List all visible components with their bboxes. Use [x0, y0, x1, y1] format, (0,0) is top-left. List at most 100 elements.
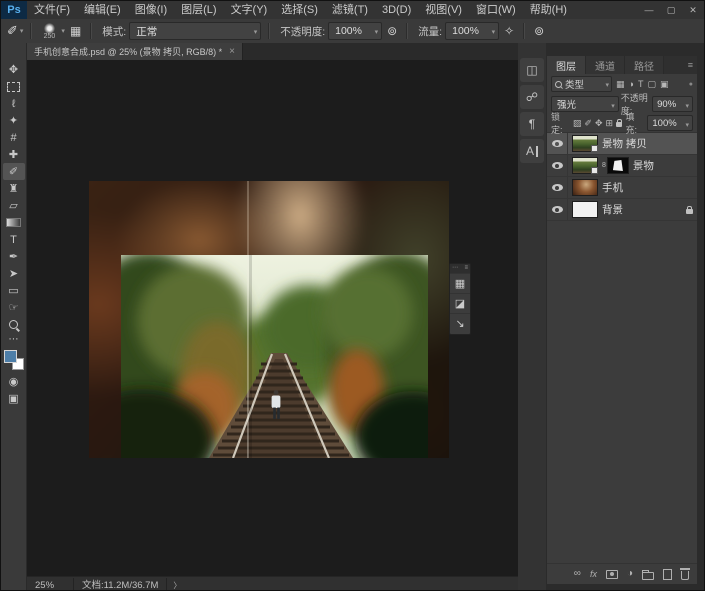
new-layer-icon[interactable] [663, 569, 672, 580]
crop-tool[interactable]: # [3, 129, 25, 146]
layer-style-icon[interactable]: fx [590, 569, 597, 579]
delete-layer-icon[interactable] [681, 571, 689, 580]
zoom-tool[interactable] [3, 316, 25, 333]
add-layer-mask-icon[interactable] [606, 570, 618, 579]
layer-row-scene[interactable]: 8 景物 [547, 155, 697, 177]
quick-selection-tool[interactable]: ✦ [3, 112, 25, 129]
floating-panel-header[interactable]: ⋯ ≡ [450, 264, 470, 273]
clone-stamp-tool[interactable]: ♜ [3, 180, 25, 197]
flow-select[interactable]: 100% ▾ [445, 22, 499, 40]
layer-thumbnail[interactable] [572, 157, 598, 174]
visibility-toggle[interactable] [547, 177, 568, 198]
toggle-brush-panel-icon[interactable]: ▦ [68, 24, 83, 38]
visibility-toggle[interactable] [547, 155, 568, 176]
zoom-level-field[interactable]: 25% [27, 578, 74, 591]
tab-layers[interactable]: 图层 [547, 56, 586, 74]
filter-toggle-icon[interactable]: ● [689, 81, 693, 88]
filter-pixel-icon[interactable]: ▦ [616, 79, 625, 90]
gradient-tool[interactable] [3, 214, 25, 231]
rectangle-shape-tool[interactable]: ▭ [3, 282, 25, 299]
move-tool[interactable]: ✥ [3, 61, 25, 78]
layer-name[interactable]: 景物 拷贝 [602, 136, 647, 151]
new-group-icon[interactable] [642, 572, 654, 580]
menu-image[interactable]: 图像(I) [128, 1, 174, 19]
tool-preset-picker[interactable]: ✐ ▾ [7, 23, 23, 39]
layer-thumbnail[interactable] [572, 179, 598, 196]
brush-tool[interactable]: ✐ [3, 163, 25, 180]
menu-type[interactable]: 文字(Y) [224, 1, 275, 19]
fill-select[interactable]: 100% ▾ [647, 115, 693, 131]
close-button[interactable]: ✕ [682, 1, 704, 19]
brush-preset-picker[interactable]: 250 ▾ [39, 23, 65, 40]
visibility-toggle[interactable] [547, 133, 568, 154]
lock-pixels-icon[interactable]: ✐ [584, 118, 592, 129]
menu-window[interactable]: 窗口(W) [469, 1, 523, 19]
opacity-select[interactable]: 100% ▾ [328, 22, 382, 40]
layer-mask-thumbnail[interactable] [607, 157, 629, 174]
filter-adjustment-icon[interactable]: ◑ [629, 79, 634, 89]
pressure-size-icon[interactable]: ⊚ [532, 24, 546, 38]
layer-thumbnail[interactable] [572, 135, 598, 152]
visibility-toggle[interactable] [547, 199, 568, 220]
layer-row-phone[interactable]: 手机 [547, 177, 697, 199]
menu-layer[interactable]: 图层(L) [174, 1, 223, 19]
menu-3d[interactable]: 3D(D) [375, 1, 418, 19]
menu-help[interactable]: 帮助(H) [523, 1, 574, 19]
panel-menu-icon[interactable]: ≡ [688, 56, 697, 74]
layer-name[interactable]: 景物 [633, 158, 654, 173]
character-panel-button[interactable]: A [520, 139, 544, 163]
history-panel-button[interactable]: ◫ [520, 58, 544, 82]
menu-view[interactable]: 视图(V) [418, 1, 469, 19]
airbrush-icon[interactable]: ✧ [502, 24, 516, 38]
menu-select[interactable]: 选择(S) [274, 1, 325, 19]
layer-row-background[interactable]: 背景 [547, 199, 697, 221]
close-tab-icon[interactable]: × [229, 46, 235, 57]
maximize-button[interactable]: ▢ [660, 1, 682, 19]
edit-toolbar-icon[interactable]: ⋯ [9, 335, 19, 345]
lock-transparency-icon[interactable]: ▨ [573, 118, 582, 129]
document-tab[interactable]: 手机创意合成.psd @ 25% (景物 拷贝, RGB/8) * × [27, 43, 243, 60]
menu-edit[interactable]: 编辑(E) [77, 1, 128, 19]
link-layers-icon[interactable]: ∞ [574, 569, 581, 579]
lasso-tool[interactable]: ℓ [3, 95, 25, 112]
menu-filter[interactable]: 滤镜(T) [325, 1, 375, 19]
rectangular-marquee-tool[interactable] [3, 78, 25, 95]
filter-shape-icon[interactable]: ▢ [647, 79, 656, 90]
properties-panel-button[interactable]: ▦ [450, 273, 470, 293]
foreground-color-swatch[interactable] [4, 350, 17, 363]
spot-healing-brush-tool[interactable]: ✚ [3, 146, 25, 163]
lock-artboard-icon[interactable]: ⊞ [606, 118, 614, 129]
layer-row-scene-copy[interactable]: 景物 拷贝 [547, 133, 697, 155]
minimize-button[interactable]: — [638, 1, 660, 19]
panel-menu-icon[interactable]: ≡ [464, 264, 468, 273]
lock-position-icon[interactable]: ✥ [595, 118, 603, 129]
hand-tool[interactable]: ☞ [3, 299, 25, 316]
tab-paths[interactable]: 路径 [625, 56, 664, 74]
adjustments-panel-button[interactable]: ◪ [450, 293, 470, 313]
layer-blend-mode-select[interactable]: 强光 ▾ [551, 96, 619, 112]
pen-tool[interactable]: ✒ [3, 248, 25, 265]
path-selection-tool[interactable]: ➤ [3, 265, 25, 282]
mask-link-icon[interactable]: 8 [602, 162, 606, 169]
eraser-tool[interactable]: ▱ [3, 197, 25, 214]
filter-smart-object-icon[interactable]: ▣ [660, 79, 669, 90]
paragraph-panel-button[interactable]: ¶ [520, 112, 544, 136]
type-tool[interactable]: T [3, 231, 25, 248]
quick-mask-button[interactable]: ◉ [3, 373, 25, 390]
document-image[interactable] [89, 181, 449, 458]
lock-all-icon[interactable] [616, 122, 622, 127]
blend-mode-select[interactable]: 正常 ▾ [129, 22, 261, 40]
menu-file[interactable]: 文件(F) [27, 1, 77, 19]
filter-type-icon[interactable]: T [638, 79, 644, 89]
layer-name[interactable]: 手机 [602, 180, 623, 195]
pressure-opacity-icon[interactable]: ⊚ [385, 24, 399, 38]
adjustment-layer-icon[interactable]: ◑ [627, 569, 633, 579]
tab-channels[interactable]: 通道 [586, 56, 625, 74]
floating-panel[interactable]: ⋯ ≡ ▦ ◪ ↘ [449, 263, 471, 335]
brush-presets-panel-button[interactable]: ☍ [520, 85, 544, 109]
canvas-area[interactable]: ⋯ ≡ ▦ ◪ ↘ [27, 60, 518, 576]
export-panel-button[interactable]: ↘ [450, 313, 470, 333]
layer-opacity-select[interactable]: 90% ▾ [652, 96, 693, 112]
layer-thumbnail[interactable] [572, 201, 598, 218]
status-options-icon[interactable]: 〉 [167, 580, 187, 591]
